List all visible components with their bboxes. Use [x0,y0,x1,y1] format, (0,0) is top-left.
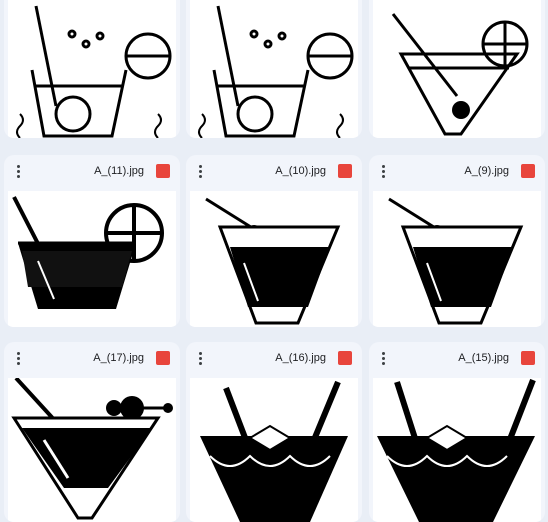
file-name[interactable]: A_(10).jpg [275,165,326,177]
file-thumbnail[interactable] [190,378,358,522]
file-card[interactable]: A_(15).jpg [369,342,545,522]
file-card[interactable] [369,0,545,138]
file-card[interactable]: A_(10).jpg [186,155,362,327]
card-header: A_(11).jpg [4,155,180,191]
card-header: A_(15).jpg [369,342,545,378]
file-name[interactable]: A_(16).jpg [275,352,326,364]
file-name[interactable]: A_(9).jpg [464,165,509,177]
file-thumbnail[interactable] [373,0,541,138]
card-header: A_(10).jpg [186,155,362,191]
image-file-icon [156,351,170,365]
more-vert-icon[interactable] [381,165,387,181]
file-thumbnail[interactable] [190,0,358,138]
card-header: A_(16).jpg [186,342,362,378]
file-card[interactable]: A_(11).jpg [4,155,180,327]
file-thumbnail[interactable] [190,191,358,327]
more-vert-icon[interactable] [16,352,22,368]
more-vert-icon[interactable] [381,352,387,368]
file-card[interactable]: A_(16).jpg [186,342,362,522]
file-thumbnail[interactable] [8,191,176,327]
image-file-icon [521,164,535,178]
file-name[interactable]: A_(11).jpg [94,165,144,177]
more-vert-icon[interactable] [198,165,204,181]
file-card[interactable]: A_(9).jpg [369,155,545,327]
more-vert-icon[interactable] [198,352,204,368]
image-file-icon [338,164,352,178]
more-vert-icon[interactable] [16,165,22,181]
image-file-icon [156,164,170,178]
file-name[interactable]: A_(15).jpg [458,352,509,364]
card-header: A_(9).jpg [369,155,545,191]
file-card[interactable] [186,0,362,138]
file-thumbnail[interactable] [373,191,541,327]
file-thumbnail[interactable] [8,378,176,522]
card-header: A_(17).jpg [4,342,180,378]
file-thumbnail[interactable] [8,0,176,138]
file-thumbnail[interactable] [373,378,541,522]
image-file-icon [338,351,352,365]
file-name[interactable]: A_(17).jpg [93,352,144,364]
file-card[interactable] [4,0,180,138]
image-file-icon [521,351,535,365]
file-card[interactable]: A_(17).jpg [4,342,180,522]
